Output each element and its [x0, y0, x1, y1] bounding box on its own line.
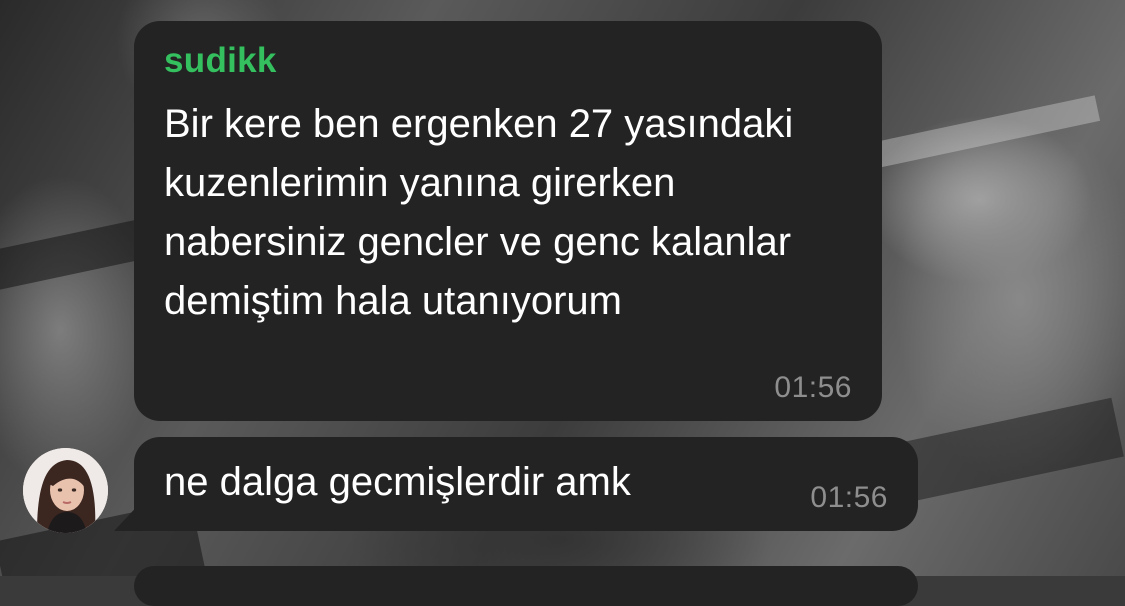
- message-bubble-partial[interactable]: [134, 566, 918, 606]
- sender-name[interactable]: sudikk: [164, 41, 277, 81]
- avatar[interactable]: [23, 448, 108, 533]
- message-timestamp: 01:56: [774, 371, 852, 404]
- message-bubble[interactable]: sudikk Bir kere ben ergenken 27 yasındak…: [134, 21, 882, 421]
- message-text: ne dalga gecmişlerdir amk: [164, 460, 631, 504]
- message-timestamp: 01:56: [810, 481, 888, 514]
- avatar-photo: [23, 448, 108, 533]
- message-text: Bir kere ben ergenken 27 yasındaki kuzen…: [164, 102, 794, 323]
- message-bubble[interactable]: ne dalga gecmişlerdir amk 01:56: [134, 437, 918, 531]
